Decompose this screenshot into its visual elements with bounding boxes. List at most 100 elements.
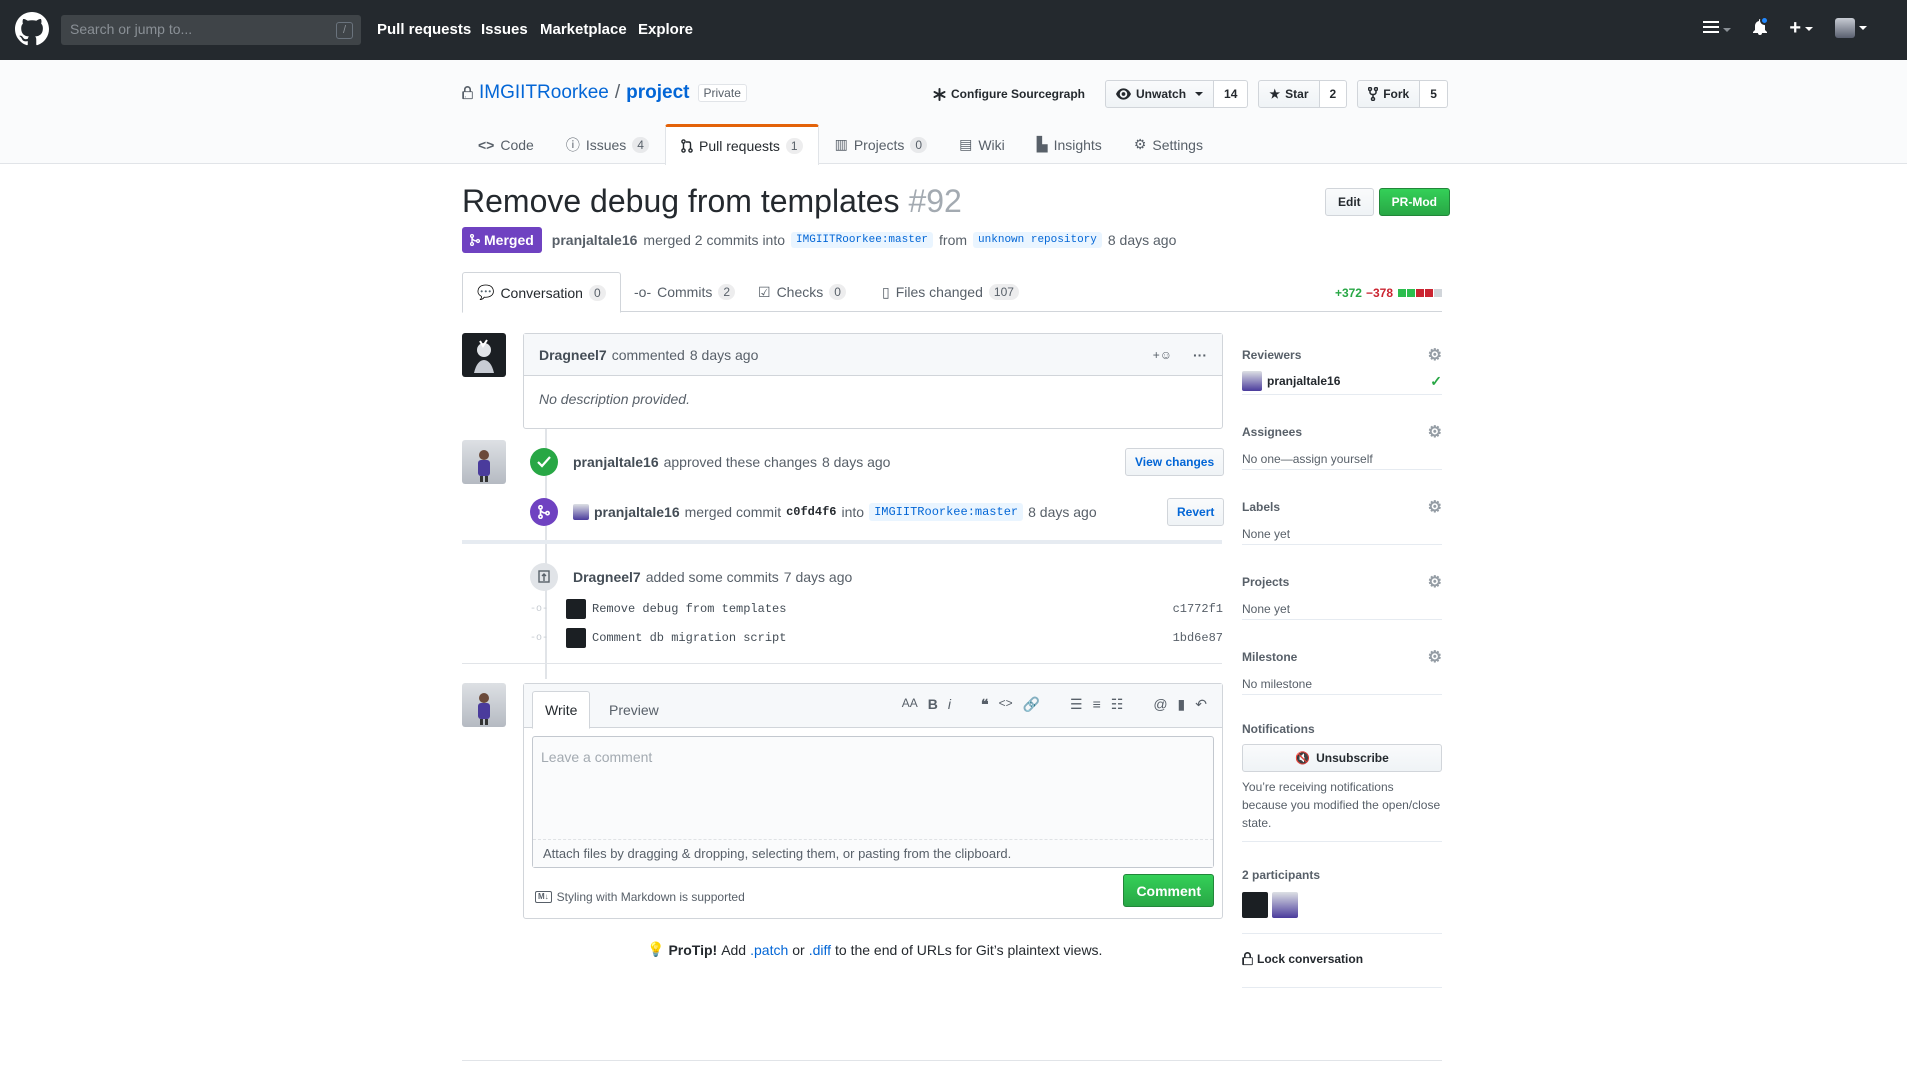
approval-action: approved these changes [663,454,817,470]
watch-count[interactable]: 14 [1214,80,1249,108]
hamburger-menu-button[interactable] [1703,20,1732,37]
italic-button[interactable]: i [948,696,951,713]
comment-author[interactable]: Dragneel7 [539,347,607,363]
fork-count[interactable]: 5 [1420,80,1448,108]
protip-or: or [792,941,805,958]
heading-button[interactable]: AA [902,696,918,713]
nav-explore[interactable]: Explore [638,21,693,38]
reviewer-name[interactable]: pranjaltale16 [1267,374,1340,388]
code-icon[interactable]: <> [999,696,1013,713]
header-actions: + [1703,15,1867,38]
reply-icon[interactable]: ↶ [1195,696,1207,713]
tab-insights[interactable]: ▙ Insights [1021,124,1118,164]
revert-button[interactable]: Revert [1167,498,1225,526]
tab-conversation[interactable]: 💬 Conversation 0 [462,272,621,313]
diff-link[interactable]: .diff [809,942,831,958]
merge-commit-sha[interactable]: c0fd4f6 [786,505,836,519]
pr-time: 8 days ago [1107,232,1177,248]
gear-icon[interactable]: ⚙ [1428,422,1442,442]
user-menu-button[interactable] [1835,18,1867,38]
comment-button[interactable]: Comment [1123,874,1214,907]
avatar[interactable] [1272,892,1298,918]
link-icon[interactable]: 🔗 [1023,696,1040,713]
tab-code[interactable]: <> Code [462,124,550,164]
comment-time[interactable]: 8 days ago [690,347,759,363]
commits-event-time: 7 days ago [783,569,853,585]
unsubscribe-button[interactable]: 🔇 Unsubscribe [1242,744,1442,772]
preview-tab[interactable]: Preview [597,691,671,728]
avatar[interactable] [1242,892,1268,918]
quote-icon[interactable]: ❝ [981,696,989,713]
nav-pull-requests[interactable]: Pull requests [377,21,471,38]
attach-files-hint[interactable]: Attach files by dragging & dropping, sel… [533,839,1213,867]
mention-icon[interactable]: @ [1153,696,1167,713]
commit-message[interactable]: Remove debug from templates [592,602,786,616]
pr-mod-button[interactable]: PR-Mod [1378,188,1450,216]
lock-conversation-button[interactable]: Lock conversation [1242,952,1442,966]
commit-message[interactable]: Comment db migration script [592,631,786,645]
tab-commits[interactable]: -o- Commits 2 [620,272,749,312]
markdown-note-text[interactable]: Styling with Markdown is supported [557,890,745,904]
reviewers-label: Reviewers [1242,348,1302,362]
add-reaction-icon[interactable]: +☺ [1153,348,1172,362]
nav-issues[interactable]: Issues [481,21,528,38]
tab-label: Code [500,136,534,153]
approval-time[interactable]: 8 days ago [822,454,891,470]
tab-wiki[interactable]: ▤ Wiki [943,124,1021,164]
fork-button[interactable]: Fork [1357,80,1421,108]
star-button[interactable]: ★ Star [1258,80,1320,108]
avatar[interactable] [1242,371,1262,391]
avatar[interactable] [566,599,586,619]
create-new-button[interactable]: + [1789,18,1813,38]
repo-name-link[interactable]: project [626,82,689,104]
avatar[interactable] [462,333,506,377]
view-changes-button[interactable]: View changes [1125,448,1225,476]
merge-time[interactable]: 8 days ago [1028,504,1097,520]
unwatch-button[interactable]: Unwatch [1105,80,1215,108]
avatar-image [478,693,490,725]
bulleted-list-icon[interactable]: ☰ [1070,696,1083,713]
bold-button[interactable]: B [928,696,938,713]
tab-issues[interactable]: ⓘ Issues 4 [550,124,665,164]
write-tab[interactable]: Write [532,691,591,729]
avatar[interactable] [462,683,506,727]
tab-projects[interactable]: ▥ Projects 0 [819,124,944,164]
tab-label: Insights [1053,136,1102,153]
nav-marketplace[interactable]: Marketplace [540,21,627,38]
gear-icon[interactable]: ⚙ [1428,647,1442,667]
repo-nav: <> Code ⓘ Issues 4 Pull requests 1 ▥ Projects… [462,124,1219,165]
configure-sourcegraph-button[interactable]: Configure Sourcegraph [933,87,1085,101]
commit-sha[interactable]: 1bd6e87 [1173,631,1223,645]
avatar[interactable] [566,628,586,648]
gear-icon[interactable]: ⚙ [1428,572,1442,592]
gear-icon[interactable]: ⚙ [1428,497,1442,517]
task-list-icon[interactable]: ☷ [1111,696,1124,713]
more-options-icon[interactable]: ··· [1193,347,1207,363]
numbered-list-icon[interactable]: ≡ [1093,696,1101,713]
bookmark-icon[interactable]: ▮ [1178,696,1186,713]
merge-author[interactable]: pranjaltale16 [594,504,680,520]
commit-sha[interactable]: c1772f1 [1173,602,1223,616]
merge-branch[interactable]: IMGIITRoorkee:master [869,503,1024,521]
approval-author[interactable]: pranjaltale16 [573,454,659,470]
commits-event-author[interactable]: Dragneel7 [573,569,641,585]
tab-pull-requests[interactable]: Pull requests 1 [664,124,819,165]
edit-button[interactable]: Edit [1325,188,1374,216]
github-logo-icon[interactable] [15,12,49,46]
comment-textarea[interactable]: Leave a comment Attach files by dragging… [532,736,1214,868]
base-branch[interactable]: IMGIITRoorkee:master [791,232,934,248]
tab-checks[interactable]: ☑ Checks 0 [744,272,860,312]
avatar[interactable] [462,440,506,484]
repo-owner-link[interactable]: IMGIITRoorkee [479,82,609,104]
notification-dot [1760,15,1770,25]
pr-author-link[interactable]: pranjaltale16 [552,232,638,248]
patch-link[interactable]: .patch [750,942,788,958]
avatar[interactable] [573,504,589,520]
search-input[interactable]: Search or jump to... / [61,15,361,45]
assignees-value[interactable]: No one—assign yourself [1242,452,1442,466]
star-count[interactable]: 2 [1319,80,1348,108]
notifications-button[interactable] [1753,15,1770,38]
tab-files-changed[interactable]: ▯ Files changed 107 [868,272,1033,312]
tab-settings[interactable]: ⚙ Settings [1118,124,1219,164]
gear-icon[interactable]: ⚙ [1428,345,1442,365]
